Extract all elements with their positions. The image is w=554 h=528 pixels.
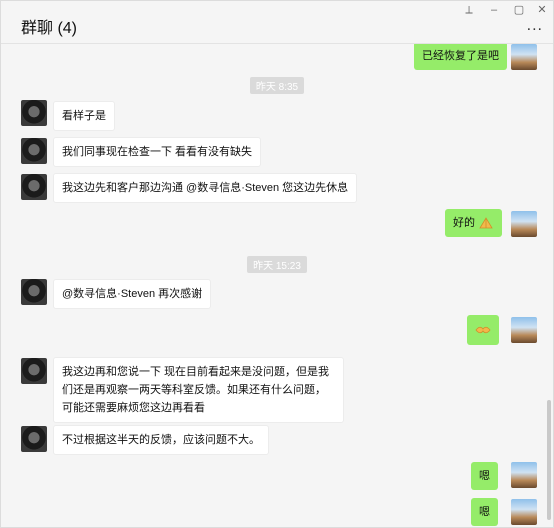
timestamp-text: 昨天 15:23 bbox=[247, 256, 307, 273]
scrollbar[interactable] bbox=[547, 400, 551, 520]
avatar[interactable] bbox=[511, 462, 537, 488]
message-bubble[interactable]: 看样子是 bbox=[53, 101, 115, 131]
message-bubble[interactable]: 我这边先和客户那边沟通 @数寻信息·Steven 您这边先休息 bbox=[53, 173, 358, 203]
handshake-icon bbox=[475, 326, 491, 334]
avatar[interactable] bbox=[511, 44, 537, 70]
avatar[interactable] bbox=[21, 100, 47, 126]
minimize-button[interactable]: – bbox=[481, 3, 507, 17]
chat-title: 群聊 (4) bbox=[21, 20, 78, 37]
timestamp-text: 昨天 8:35 bbox=[249, 77, 305, 94]
message-bubble[interactable]: 嗯 bbox=[471, 462, 498, 490]
avatar[interactable] bbox=[21, 426, 47, 452]
message-bubble[interactable]: @数寻信息·Steven 再次感谢 bbox=[53, 279, 212, 309]
message-bubble[interactable]: 已经恢复了是吧 bbox=[414, 44, 507, 70]
avatar[interactable] bbox=[511, 211, 537, 237]
timestamp: 昨天 15:23 bbox=[1, 256, 553, 274]
message-bubble[interactable]: 我们同事现在检查一下 看看有没有缺失 bbox=[53, 137, 262, 167]
message-bubble[interactable]: 我这边再和您说一下 现在目前看起来是没问题，但是我们还是再观察一两天等科室反馈。… bbox=[53, 357, 344, 423]
chat-window: 群聊 (4) ⟂ – ▢ ✕ ... 已经恢复了是吧 昨天 8:35 看样子是 … bbox=[0, 0, 554, 528]
message-list[interactable]: 已经恢复了是吧 昨天 8:35 看样子是 我们同事现在检查一下 看看有没有缺失 … bbox=[1, 44, 553, 527]
avatar[interactable] bbox=[511, 499, 537, 525]
avatar[interactable] bbox=[21, 279, 47, 305]
avatar[interactable] bbox=[21, 358, 47, 384]
message-bubble[interactable]: 好的 bbox=[445, 209, 503, 237]
avatar[interactable] bbox=[511, 317, 537, 343]
pin-button[interactable]: ⟂ bbox=[456, 3, 482, 17]
message-bubble[interactable]: 不过根据这半天的反馈，应该问题不大。 bbox=[53, 425, 269, 455]
message-bubble[interactable]: 嗯 bbox=[471, 498, 498, 526]
avatar[interactable] bbox=[21, 138, 47, 164]
more-options-button[interactable]: ... bbox=[527, 17, 543, 35]
title-bar: 群聊 (4) ⟂ – ▢ ✕ ... bbox=[1, 1, 553, 44]
message-text: 好的 bbox=[453, 217, 475, 229]
avatar[interactable] bbox=[21, 174, 47, 200]
timestamp: 昨天 8:35 bbox=[1, 77, 553, 95]
pray-hands-icon bbox=[479, 217, 493, 229]
message-bubble[interactable] bbox=[467, 315, 499, 345]
close-button[interactable]: ✕ bbox=[529, 3, 553, 17]
